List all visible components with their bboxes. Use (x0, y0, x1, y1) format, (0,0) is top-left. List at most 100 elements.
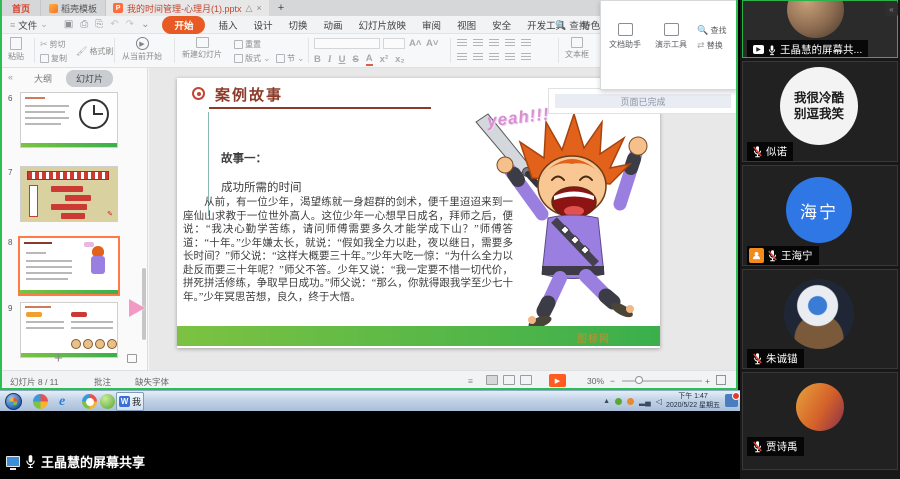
new-slide-button[interactable]: 新建幻灯片 (182, 37, 222, 60)
export-icon[interactable]: ⎙ (80, 19, 88, 30)
close-tab-icon[interactable]: × (256, 3, 261, 13)
present-tools-button[interactable]: 演示工具 (649, 23, 693, 50)
ribbon-tab-transitions[interactable]: 切换 (281, 17, 316, 33)
replace-button-panel[interactable]: ⇄ 替换 (697, 38, 726, 53)
bullet-list-icon[interactable] (457, 39, 467, 47)
align-left-icon[interactable] (457, 53, 467, 61)
tab-document[interactable]: P 我的时间管理-心理月(1).pptx △ × (106, 0, 269, 16)
font-family-input[interactable] (314, 38, 380, 49)
line-spacing-icon[interactable] (521, 39, 531, 47)
slide-thumbnail-8-selected[interactable] (18, 236, 120, 296)
find-button-panel[interactable]: 🔍 查找 (697, 23, 726, 38)
copy-button[interactable]: 复制 (40, 53, 67, 64)
indent-increase-icon[interactable] (505, 39, 515, 47)
tray-orange-icon[interactable] (627, 398, 634, 405)
speedup-ball-icon[interactable] (100, 394, 115, 409)
ribbon-tab-insert[interactable]: 插入 (210, 17, 245, 33)
zoom-slider-knob[interactable] (635, 376, 643, 384)
font-color-button[interactable]: A (366, 53, 373, 66)
align-right-icon[interactable] (489, 53, 499, 61)
align-center-icon[interactable] (473, 53, 483, 61)
zoom-out-button[interactable]: − (610, 376, 615, 386)
shrink-font-button[interactable]: A˅ (426, 38, 438, 49)
comment-panel-icon[interactable] (127, 354, 137, 363)
ribbon-tab-security[interactable]: 安全 (484, 17, 519, 33)
doc-assistant-button[interactable]: 文档助手 (603, 23, 647, 50)
add-slide-button[interactable]: + (54, 350, 63, 367)
participant-tile[interactable]: 海宁 王海宁 (742, 165, 898, 266)
section-button[interactable]: 节⌄ (276, 53, 305, 64)
ribbon-tab-animation[interactable]: 动画 (316, 17, 351, 33)
browser-icon[interactable] (82, 394, 97, 409)
grow-font-button[interactable]: A˄ (409, 38, 421, 49)
ribbon-tab-slideshow[interactable]: 幻灯片放映 (351, 17, 415, 33)
missing-font-warning[interactable]: 缺失字体 (135, 376, 169, 388)
format-painter-button[interactable]: 🖌格式刷 (76, 46, 113, 57)
undo-icon[interactable]: ↶ (110, 19, 118, 30)
volume-icon[interactable]: ◁ (656, 397, 662, 406)
slide-thumbnail-9[interactable] (20, 302, 118, 358)
print-icon[interactable]: ⎘ (95, 19, 103, 30)
tab-docer[interactable]: 稻壳模板 (40, 0, 106, 16)
participant-tile[interactable]: 贾诗禹 (742, 372, 898, 470)
zoom-slider-track[interactable] (622, 380, 702, 382)
layout-button[interactable]: 版式⌄ (234, 53, 271, 64)
cut-button[interactable]: ✂剪切 (40, 39, 66, 50)
bold-button[interactable]: B (314, 54, 321, 65)
notes-button[interactable]: 批注 (94, 376, 111, 388)
redo-icon[interactable]: ↷ (126, 19, 134, 30)
sorter-view-icon[interactable] (503, 375, 515, 385)
360-safety-icon[interactable] (33, 394, 48, 409)
fit-to-window-icon[interactable] (716, 375, 726, 385)
ribbon-tab-design[interactable]: 设计 (245, 17, 280, 33)
textbox-button[interactable]: 文本框 (565, 37, 589, 60)
tray-green-icon[interactable] (615, 398, 622, 405)
file-menu-button[interactable]: ≡ 文件 ⌄ (2, 18, 56, 32)
participant-tile[interactable]: 我很冷酷 别逗我笑 似诺 (742, 61, 898, 162)
align-justify-icon[interactable] (505, 53, 515, 61)
slideshow-play-button[interactable]: ▶ (549, 374, 566, 387)
normal-view-icon[interactable] (486, 375, 498, 385)
paste-button[interactable]: 粘贴 (8, 37, 24, 62)
participant-tile-sharer[interactable]: ▶ 王晶慧的屏幕共... (742, 0, 898, 58)
notes-view-icon[interactable]: ≡ (468, 376, 473, 386)
underline-button[interactable]: U (339, 54, 346, 65)
notification-badge-icon[interactable] (725, 394, 738, 407)
internet-explorer-icon[interactable]: e (59, 394, 74, 409)
wps-taskbar-button[interactable]: W 我 (116, 392, 144, 411)
superscript-button[interactable]: x² (380, 54, 388, 65)
save-icon[interactable]: ▣ (64, 19, 73, 30)
font-size-input[interactable] (383, 38, 405, 49)
tab-outline[interactable]: 大纲 (34, 72, 52, 85)
ribbon-tab-home[interactable]: 开始 (162, 16, 205, 34)
docer-icon (49, 4, 58, 13)
reset-button[interactable]: 重置 (234, 39, 261, 50)
tray-expand-icon[interactable]: ▲ (603, 398, 610, 405)
subscript-button[interactable]: x₂ (395, 54, 405, 65)
italic-button[interactable]: I (328, 55, 332, 65)
zoom-level[interactable]: 30% (587, 376, 604, 386)
new-tab-button[interactable]: + (269, 0, 293, 16)
sidebar-collapse-button[interactable]: « (885, 2, 898, 16)
tab-slides[interactable]: 幻灯片 (66, 70, 113, 87)
number-list-icon[interactable] (473, 39, 483, 47)
zoom-in-button[interactable]: + (705, 376, 710, 386)
network-icon[interactable]: ▂▄ (639, 397, 651, 406)
ribbon-tab-view[interactable]: 视图 (449, 17, 484, 33)
tab-home[interactable]: 首页 (2, 0, 40, 16)
taskbar-clock[interactable]: 下午 1:47 2020/5/22 星期五 (664, 392, 722, 410)
play-from-current-button[interactable]: ▶ 从当前开始 (122, 37, 162, 62)
start-button[interactable] (5, 393, 22, 410)
participant-tile[interactable]: 朱诚锚 (742, 269, 898, 369)
chevron-down-icon[interactable]: ⌄ (141, 19, 149, 30)
indent-decrease-icon[interactable] (489, 39, 499, 47)
collapse-panel-icon[interactable]: « (8, 72, 13, 82)
reading-view-icon[interactable] (520, 375, 532, 385)
columns-icon[interactable] (521, 53, 531, 61)
find-button[interactable]: 🔍 查找 (555, 18, 588, 32)
strikethrough-button[interactable]: S (352, 54, 358, 65)
slide-thumbnail-7[interactable]: ✎ (20, 166, 118, 222)
ribbon-tab-review[interactable]: 审阅 (414, 17, 449, 33)
slide-thumbnail-6[interactable] (20, 92, 118, 148)
slide-canvas[interactable]: 案例故事 故事一： 成功所需的时间 从前，有一位少年，渴望练就一身超群的剑术，便… (177, 78, 660, 348)
